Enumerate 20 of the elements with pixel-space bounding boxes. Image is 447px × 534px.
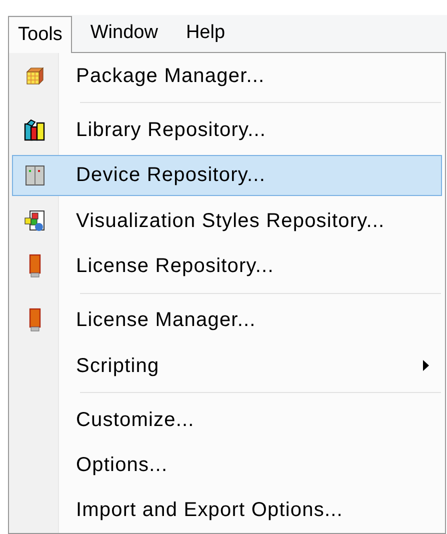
submenu-arrow-icon <box>423 360 429 371</box>
menu-bar-item[interactable]: Window <box>80 15 168 52</box>
shapes-document-icon <box>23 208 47 233</box>
menu-bar-item[interactable]: Tools <box>8 16 72 53</box>
menu-item[interactable]: Library Repository... <box>12 109 442 151</box>
tag-icon <box>28 308 42 332</box>
menu-item[interactable]: License Repository... <box>12 245 442 287</box>
menu-item[interactable]: License Manager... <box>12 300 442 341</box>
menu-item[interactable]: Visualization Styles Repository... <box>12 200 442 242</box>
books-icon <box>23 118 47 142</box>
cube-grid-icon <box>25 66 45 86</box>
cabinet-icon <box>24 163 46 188</box>
menu-item[interactable]: Options... <box>12 444 442 486</box>
menu-item[interactable]: Import and Export Options... <box>12 490 442 532</box>
menu-item[interactable]: Device Repository... <box>12 154 442 196</box>
menu-bar-item[interactable]: Help <box>176 15 236 52</box>
menu-item[interactable]: Scripting <box>12 344 442 386</box>
menu-item[interactable]: Customize... <box>12 399 442 440</box>
tag-icon <box>28 254 42 278</box>
menu-item[interactable]: Package Manager... <box>12 55 442 96</box>
